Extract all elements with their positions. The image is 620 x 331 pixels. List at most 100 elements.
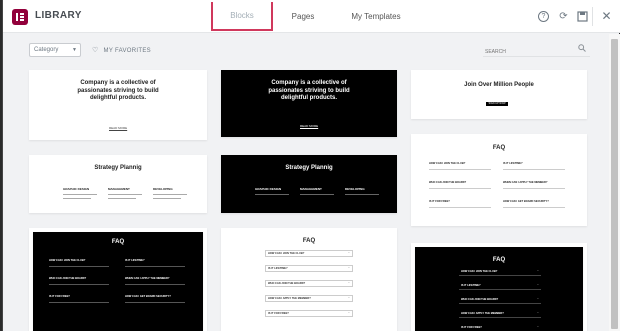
chevron-down-icon: ⌄	[347, 281, 350, 284]
search-input[interactable]	[483, 44, 590, 57]
template-card-join[interactable]: Join Over Million People SIGN UP NOW	[411, 70, 587, 119]
accordion-item: HOW CAN I APPLY THE MEMBER? ⌄	[459, 311, 541, 318]
my-favorites-label: MY FAVORITES	[103, 48, 151, 54]
accordion-item: HOW CAN I APPLY THE MEMBER? ⌄	[265, 295, 353, 302]
accordion-item: WHO CAN JOIN THE BOARD? ⌄	[459, 297, 541, 304]
faq-heading: FAQ	[111, 239, 125, 245]
template-card-company-light[interactable]: Company is a collective of passionates s…	[29, 70, 207, 140]
faq-heading: FAQ	[302, 238, 316, 244]
faq-question: IS IT FOR FREE?	[49, 295, 70, 298]
accordion-label: WHO CAN JOIN THE BOARD?	[268, 282, 306, 285]
text-line	[300, 194, 334, 195]
tab-pages[interactable]: Pages	[284, 0, 322, 33]
card-heading: Company is a collective of passionates s…	[77, 80, 159, 101]
category-select-value: Category	[34, 47, 59, 53]
text-line	[63, 194, 97, 195]
strategy-col-2: MANAGEMENT	[108, 187, 130, 191]
tab-blocks[interactable]: Blocks	[211, 2, 273, 31]
faq-question: WHEN CAN I APPLY THE MEMBER?	[503, 181, 548, 184]
faq-question: WHO CAN JOIN THE BOARD?	[49, 277, 87, 280]
text-line	[153, 194, 187, 195]
text-line	[153, 198, 181, 199]
chevron-down-icon: ⌄	[347, 296, 350, 299]
text-line	[503, 169, 565, 170]
text-line	[125, 266, 185, 267]
elementor-logo-icon	[12, 9, 28, 25]
text-line	[503, 188, 565, 189]
chevron-down-icon: ⌄	[347, 311, 350, 314]
strategy-col-1: GRAPHIC DESIGN	[63, 187, 90, 191]
save-icon[interactable]	[577, 11, 588, 22]
accordion-item: WHO CAN JOIN THE BOARD? ⌄	[265, 280, 353, 287]
text-line	[108, 198, 136, 199]
text-line	[429, 207, 491, 208]
text-line	[125, 284, 185, 285]
faq-question: WHEN CAN I APPLY THE MEMBER?	[125, 277, 170, 280]
card-button: SIGN UP NOW	[486, 102, 508, 106]
library-header: LIBRARY Blocks Pages My Templates ? ⟳ ✕	[3, 0, 620, 33]
accordion-item: IS IT LIFETIME? ⌄	[265, 265, 353, 272]
template-card-faq-accordion[interactable]: FAQ HOW CAN I JOIN THE CLUB? ⌄ IS IT LIFE…	[221, 228, 397, 331]
template-card-faq-light-grid[interactable]: FAQ HOW CAN I JOIN THE CLUB? IS IT LIFET…	[411, 134, 587, 226]
filter-bar: Category ▼ ♡ MY FAVORITES	[3, 34, 608, 66]
text-line	[345, 194, 379, 195]
template-card-faq-dark-grid[interactable]: FAQ HOW CAN I JOIN THE CLUB? IS IT LIFET…	[29, 228, 207, 331]
accordion-label: HOW CAN I JOIN THE CLUB?	[268, 252, 305, 255]
text-line	[63, 198, 91, 199]
accordion-label: IS IT LIFETIME?	[461, 284, 481, 287]
sync-icon[interactable]: ⟳	[558, 11, 569, 22]
faq-question: HOW CAN I JOIN THE CLUB?	[49, 259, 86, 262]
card-heading: Strategy Plannig	[94, 165, 142, 171]
chevron-down-icon: ⌄	[347, 251, 350, 254]
card-heading: Strategy Plannig	[285, 165, 333, 171]
accordion-label: WHO CAN JOIN THE BOARD?	[461, 298, 499, 301]
strategy-col-1: GRAPHIC DESIGN	[255, 187, 282, 191]
chevron-down-icon: ⌄	[536, 269, 539, 272]
accordion-item: IS IT FOR FREE? ⌄	[265, 310, 353, 317]
faq-question: HOW CAN I GET BOARD SECURITY?	[125, 295, 171, 298]
faq-question: HOW CAN I GET BOARD SECURITY?	[503, 200, 549, 203]
template-card-strategy-dark[interactable]: Strategy Plannig GRAPHIC DESIGN MANAGEME…	[221, 155, 397, 213]
chevron-down-icon: ⌄	[536, 311, 539, 314]
my-favorites-filter[interactable]: ♡ MY FAVORITES	[92, 46, 151, 54]
category-select[interactable]: Category ▼	[29, 43, 81, 57]
strategy-col-3: DEVELOPING	[153, 187, 173, 191]
text-line	[108, 194, 142, 195]
help-icon[interactable]: ?	[538, 11, 549, 22]
text-line	[429, 188, 491, 189]
chevron-down-icon: ▼	[72, 47, 77, 53]
accordion-item: IS IT LIFETIME? ⌄	[459, 283, 541, 290]
search-icon	[578, 44, 586, 54]
faq-question: IS IT LIFETIME?	[125, 259, 145, 262]
template-card-strategy-light[interactable]: Strategy Plannig GRAPHIC DESIGN MANAGEME…	[29, 155, 207, 213]
card-heading: Company is a collective of passionates s…	[268, 80, 350, 101]
text-line	[255, 194, 289, 195]
template-card-company-dark[interactable]: Company is a collective of passionates s…	[221, 70, 397, 137]
chevron-down-icon: ⌄	[347, 266, 350, 269]
accordion-item: HOW CAN I JOIN THE CLUB? ⌄	[459, 269, 541, 276]
text-line	[49, 284, 109, 285]
template-card-faq-dark-list[interactable]: FAQ HOW CAN I JOIN THE CLUB? ⌄ IS IT LIFE…	[411, 243, 587, 331]
card-heading: Join Over Million People	[464, 82, 534, 88]
close-icon[interactable]: ✕	[601, 10, 612, 22]
text-line	[429, 169, 491, 170]
accordion-label: IS IT LIFETIME?	[268, 267, 288, 270]
scrollbar-thumb[interactable]	[611, 39, 618, 329]
tab-my-templates[interactable]: My Templates	[336, 0, 416, 33]
chevron-down-icon: ⌄	[536, 325, 539, 328]
library-dialog: LIBRARY Blocks Pages My Templates ? ⟳ ✕ …	[2, 0, 620, 331]
strategy-col-3: DEVELOPING	[345, 187, 365, 191]
accordion-label: HOW CAN I APPLY THE MEMBER?	[268, 297, 311, 300]
heart-icon: ♡	[92, 47, 99, 54]
strategy-col-2: MANAGEMENT	[300, 187, 322, 191]
faq-heading: FAQ	[492, 145, 506, 151]
chevron-down-icon: ⌄	[536, 283, 539, 286]
accordion-item: HOW CAN I JOIN THE CLUB? ⌄	[265, 250, 353, 257]
card-button: READ MORE	[109, 126, 128, 130]
faq-question: IS IT FOR FREE?	[429, 200, 450, 203]
header-divider	[592, 7, 593, 26]
chevron-down-icon: ⌄	[536, 297, 539, 300]
faq-question: IS IT LIFETIME?	[503, 162, 523, 165]
text-line	[125, 302, 185, 303]
text-line	[503, 207, 565, 208]
